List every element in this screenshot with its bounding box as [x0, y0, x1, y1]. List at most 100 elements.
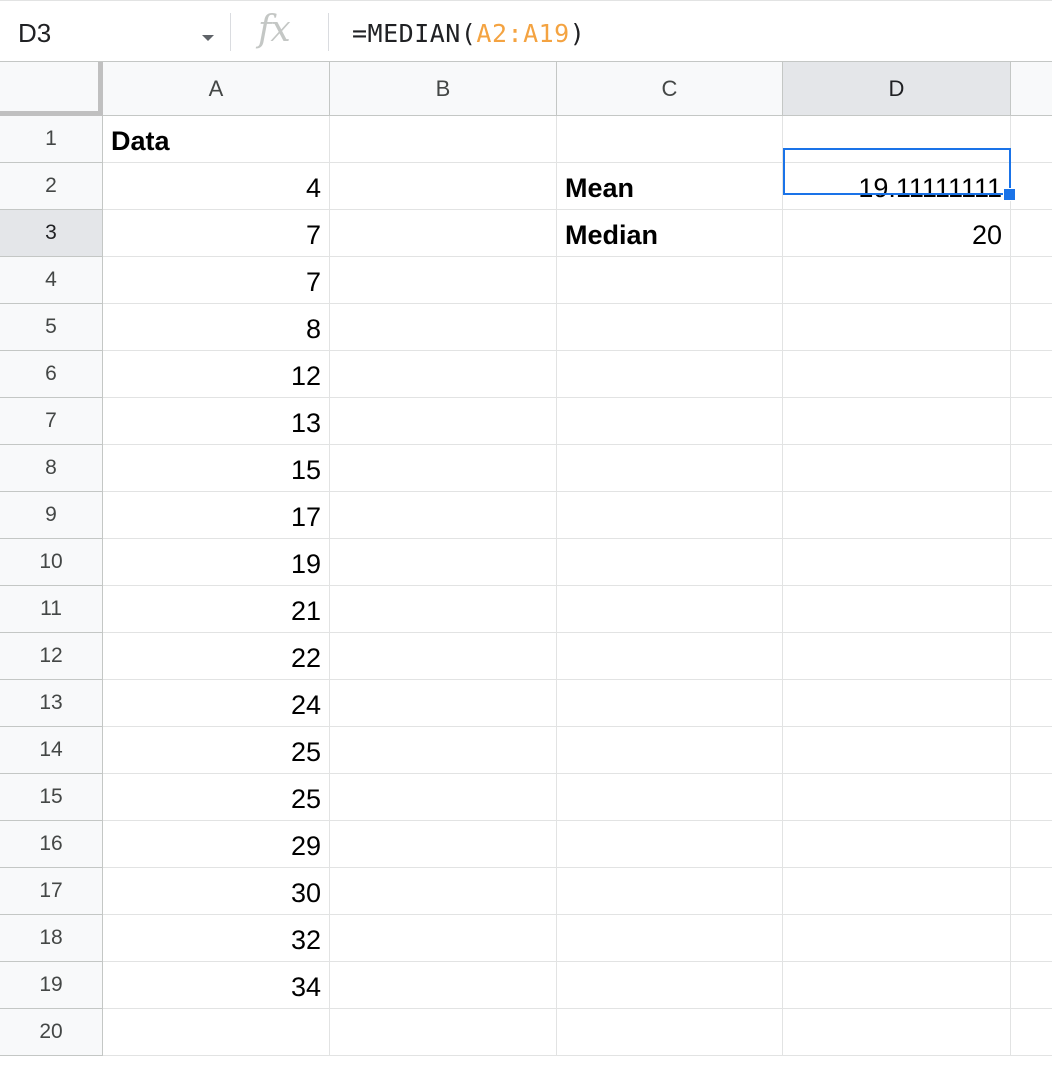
cell-c20[interactable]	[557, 1009, 783, 1056]
cell-next-column[interactable]	[1011, 962, 1052, 1009]
cell-b19[interactable]	[330, 962, 557, 1009]
cell-a20[interactable]	[103, 1009, 330, 1056]
cell-a8[interactable]: 15	[103, 445, 330, 492]
fill-handle[interactable]	[1003, 188, 1016, 201]
cell-a3[interactable]: 7	[103, 210, 330, 257]
cell-a18[interactable]: 32	[103, 915, 330, 962]
cell-d17[interactable]	[783, 868, 1011, 915]
row-header-9[interactable]: 9	[0, 492, 103, 539]
cell-c10[interactable]	[557, 539, 783, 586]
cell-next-column[interactable]	[1011, 539, 1052, 586]
cell-b14[interactable]	[330, 727, 557, 774]
cell-d9[interactable]	[783, 492, 1011, 539]
row-header-12[interactable]: 12	[0, 633, 103, 680]
cell-c15[interactable]	[557, 774, 783, 821]
row-header-16[interactable]: 16	[0, 821, 103, 868]
cell-c5[interactable]	[557, 304, 783, 351]
column-header-c[interactable]: C	[557, 62, 783, 116]
cell-c2[interactable]: Mean	[557, 163, 783, 210]
row-header-6[interactable]: 6	[0, 351, 103, 398]
row-header-15[interactable]: 15	[0, 774, 103, 821]
cell-a1[interactable]: Data	[103, 116, 330, 163]
cell-a14[interactable]: 25	[103, 727, 330, 774]
cell-a16[interactable]: 29	[103, 821, 330, 868]
cell-a13[interactable]: 24	[103, 680, 330, 727]
row-header-1[interactable]: 1	[0, 116, 103, 163]
cell-a11[interactable]: 21	[103, 586, 330, 633]
cell-next-column[interactable]	[1011, 821, 1052, 868]
cell-next-column[interactable]	[1011, 351, 1052, 398]
row-header-17[interactable]: 17	[0, 868, 103, 915]
dropdown-arrow-icon[interactable]	[202, 35, 214, 41]
cell-b4[interactable]	[330, 257, 557, 304]
cell-d12[interactable]	[783, 633, 1011, 680]
cell-next-column[interactable]	[1011, 163, 1052, 210]
column-header-d[interactable]: D	[783, 62, 1011, 116]
cell-b11[interactable]	[330, 586, 557, 633]
row-header-13[interactable]: 13	[0, 680, 103, 727]
cell-c17[interactable]	[557, 868, 783, 915]
cell-next-column[interactable]	[1011, 398, 1052, 445]
cell-c7[interactable]	[557, 398, 783, 445]
cell-next-column[interactable]	[1011, 210, 1052, 257]
cell-b5[interactable]	[330, 304, 557, 351]
cell-c3[interactable]: Median	[557, 210, 783, 257]
cell-next-column[interactable]	[1011, 116, 1052, 163]
row-header-11[interactable]: 11	[0, 586, 103, 633]
cell-next-column[interactable]	[1011, 257, 1052, 304]
cell-c4[interactable]	[557, 257, 783, 304]
cell-d14[interactable]	[783, 727, 1011, 774]
column-header-next[interactable]	[1011, 62, 1052, 116]
row-header-4[interactable]: 4	[0, 257, 103, 304]
cell-b17[interactable]	[330, 868, 557, 915]
cell-c6[interactable]	[557, 351, 783, 398]
cell-a12[interactable]: 22	[103, 633, 330, 680]
row-header-20[interactable]: 20	[0, 1009, 103, 1056]
column-header-b[interactable]: B	[330, 62, 557, 116]
cell-d3[interactable]: 20	[783, 210, 1011, 257]
cell-d11[interactable]	[783, 586, 1011, 633]
cell-d1[interactable]	[783, 116, 1011, 163]
row-header-10[interactable]: 10	[0, 539, 103, 586]
cell-a2[interactable]: 4	[103, 163, 330, 210]
select-all-corner[interactable]	[0, 62, 103, 116]
row-header-14[interactable]: 14	[0, 727, 103, 774]
cell-b10[interactable]	[330, 539, 557, 586]
cell-b12[interactable]	[330, 633, 557, 680]
cell-next-column[interactable]	[1011, 633, 1052, 680]
cell-a17[interactable]: 30	[103, 868, 330, 915]
row-header-5[interactable]: 5	[0, 304, 103, 351]
row-header-19[interactable]: 19	[0, 962, 103, 1009]
cell-a7[interactable]: 13	[103, 398, 330, 445]
cell-a19[interactable]: 34	[103, 962, 330, 1009]
row-header-3[interactable]: 3	[0, 210, 103, 257]
cell-b15[interactable]	[330, 774, 557, 821]
cell-next-column[interactable]	[1011, 774, 1052, 821]
column-header-a[interactable]: A	[103, 62, 330, 116]
cell-b3[interactable]	[330, 210, 557, 257]
cell-d20[interactable]	[783, 1009, 1011, 1056]
cell-c8[interactable]	[557, 445, 783, 492]
cell-b8[interactable]	[330, 445, 557, 492]
cell-d2[interactable]: 19.11111111	[783, 163, 1011, 210]
name-box[interactable]: D3	[0, 1, 228, 62]
cell-a4[interactable]: 7	[103, 257, 330, 304]
cell-c19[interactable]	[557, 962, 783, 1009]
cell-d6[interactable]	[783, 351, 1011, 398]
cell-b7[interactable]	[330, 398, 557, 445]
cell-next-column[interactable]	[1011, 492, 1052, 539]
cell-d13[interactable]	[783, 680, 1011, 727]
cell-c16[interactable]	[557, 821, 783, 868]
cell-a10[interactable]: 19	[103, 539, 330, 586]
cell-d15[interactable]	[783, 774, 1011, 821]
cell-b18[interactable]	[330, 915, 557, 962]
row-header-2[interactable]: 2	[0, 163, 103, 210]
cell-b2[interactable]	[330, 163, 557, 210]
cell-a15[interactable]: 25	[103, 774, 330, 821]
cell-d4[interactable]	[783, 257, 1011, 304]
cell-next-column[interactable]	[1011, 304, 1052, 351]
cell-next-column[interactable]	[1011, 1009, 1052, 1056]
row-header-18[interactable]: 18	[0, 915, 103, 962]
cell-a9[interactable]: 17	[103, 492, 330, 539]
cell-c14[interactable]	[557, 727, 783, 774]
